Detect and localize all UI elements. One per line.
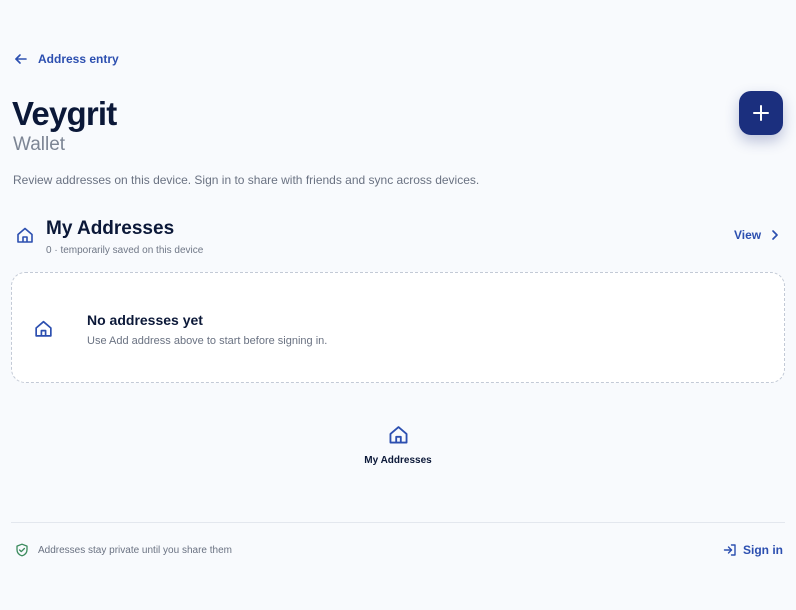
- sign-in-button[interactable]: Sign in: [723, 543, 783, 557]
- view-link-label: View: [734, 228, 762, 242]
- sign-in-icon: [723, 544, 736, 556]
- privacy-note: Addresses stay private until you share t…: [15, 543, 232, 557]
- footer-divider: [11, 522, 785, 523]
- view-all-link[interactable]: View: [734, 228, 781, 242]
- back-link-label: Address entry: [38, 52, 119, 66]
- empty-state-card: No addresses yet Use Add address above t…: [11, 272, 785, 383]
- empty-state-text: Use Add address above to start before si…: [87, 335, 328, 347]
- arrow-left-icon: [15, 54, 27, 64]
- empty-state-title: No addresses yet: [87, 312, 203, 328]
- add-address-button[interactable]: [739, 91, 783, 135]
- home-icon: [35, 320, 52, 337]
- privacy-note-text: Addresses stay private until you share t…: [38, 544, 232, 556]
- home-icon: [17, 227, 33, 243]
- bottom-nav-label: My Addresses: [364, 455, 432, 466]
- section-title: My Addresses: [46, 218, 175, 239]
- plus-icon: [753, 105, 769, 121]
- page-description: Review addresses on this device. Sign in…: [13, 173, 480, 187]
- page-title: Veygrit: [12, 95, 117, 132]
- back-link[interactable]: Address entry: [13, 51, 119, 67]
- chevron-right-icon: [772, 230, 778, 240]
- sign-in-label: Sign in: [743, 543, 783, 557]
- bottom-nav-my-addresses[interactable]: My Addresses: [348, 423, 448, 466]
- shield-check-icon: [16, 543, 28, 557]
- page: Address entry Veygrit Wallet Review addr…: [0, 0, 796, 610]
- home-icon: [389, 426, 407, 444]
- page-subtitle: Wallet: [13, 134, 66, 155]
- section-subtitle: 0 · temporarily saved on this device: [46, 245, 204, 256]
